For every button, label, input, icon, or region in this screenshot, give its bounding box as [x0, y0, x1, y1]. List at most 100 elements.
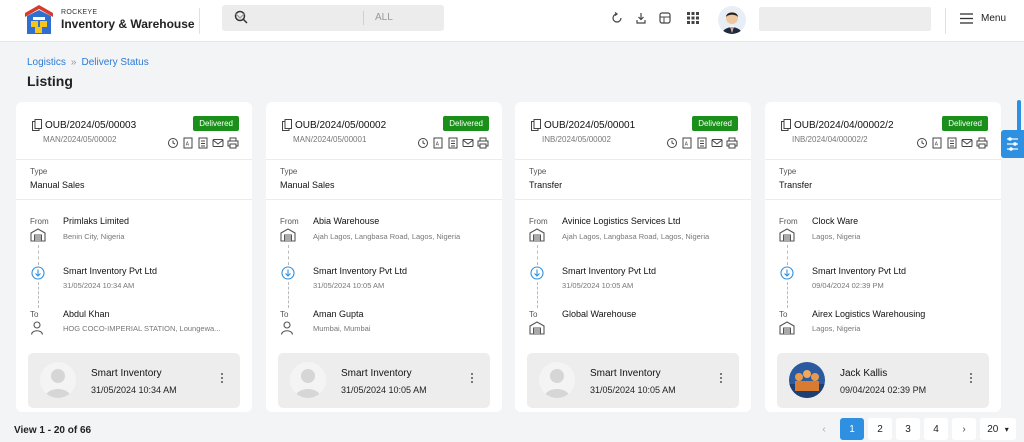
card-actions: A	[417, 136, 489, 149]
warehouse-icon	[779, 321, 795, 340]
copy-icon[interactable]	[781, 119, 791, 131]
download-icon[interactable]	[635, 12, 647, 24]
divider	[515, 159, 751, 160]
document-icon[interactable]	[197, 136, 209, 149]
delivery-card[interactable]: OUB/2024/05/00001 INB/2024/05/00002 Deli…	[515, 102, 751, 412]
footer-name: Smart Inventory	[91, 368, 162, 379]
doc-header: OUB/2024/05/00002	[282, 119, 386, 131]
history-icon[interactable]	[167, 136, 179, 148]
hamburger-menu-icon[interactable]	[960, 13, 973, 24]
search-separator	[363, 11, 364, 25]
apps-grid-icon[interactable]	[687, 12, 699, 24]
divider	[199, 8, 200, 34]
brand-name: Inventory & Warehouse	[61, 17, 195, 31]
page-2-button[interactable]: 2	[868, 418, 892, 440]
doc-header: OUB/2024/05/00003	[32, 119, 136, 131]
from-label: From	[30, 217, 49, 226]
mail-icon[interactable]	[462, 136, 474, 148]
route-line	[537, 282, 538, 308]
chevron-left-icon: ‹	[822, 423, 826, 435]
to-address: HOG COCO-IMPERIAL STATION, Loungewa...	[63, 324, 221, 333]
print-icon[interactable]	[227, 136, 239, 149]
card-footer: Smart Inventory 31/05/2024 10:05 AM	[278, 353, 490, 408]
page-size-select[interactable]: 20 ▾	[980, 418, 1016, 440]
mail-icon[interactable]	[212, 136, 224, 148]
delivery-card[interactable]: OUB/2024/05/00003 MAN/2024/05/00002 Deli…	[16, 102, 252, 412]
search-filter-select[interactable]: ALL	[375, 12, 393, 23]
document-icon[interactable]	[696, 136, 708, 149]
document-icon[interactable]	[946, 136, 958, 149]
page-title: Listing	[27, 73, 73, 89]
top-bar: ROCKEYE Inventory & Warehouse ALL Menu	[0, 0, 1024, 42]
via-name: Smart Inventory Pvt Ltd	[812, 266, 907, 276]
doc-header: OUB/2024/04/00002/2	[781, 119, 894, 131]
from-name: Avinice Logistics Services Ltd	[562, 216, 681, 226]
type-value: Manual Sales	[280, 180, 335, 190]
reference-id: INB/2024/05/00002	[542, 135, 611, 144]
route-line	[288, 282, 289, 308]
breadcrumb-delivery-status[interactable]: Delivery Status	[81, 57, 148, 68]
doc-id[interactable]: OUB/2024/05/00003	[45, 120, 136, 131]
pdf-icon[interactable]: A	[931, 136, 943, 149]
print-icon[interactable]	[726, 136, 738, 149]
user-avatar[interactable]	[718, 6, 746, 34]
page-3-button[interactable]: 3	[896, 418, 920, 440]
table-icon[interactable]	[659, 12, 671, 24]
more-options-icon[interactable]	[221, 373, 224, 385]
user-name-box[interactable]	[759, 7, 931, 31]
delivery-card[interactable]: OUB/2024/04/00002/2 INB/2024/04/00002/2 …	[765, 102, 1001, 412]
copy-icon[interactable]	[282, 119, 292, 131]
avatar	[789, 362, 825, 398]
history-icon[interactable]	[417, 136, 429, 148]
to-name: Aman Gupta	[313, 309, 364, 319]
doc-id[interactable]: OUB/2024/05/00001	[544, 120, 635, 131]
divider	[266, 199, 502, 200]
delivery-card[interactable]: OUB/2024/05/00002 MAN/2024/05/00001 Deli…	[266, 102, 502, 412]
pdf-icon[interactable]: A	[681, 136, 693, 149]
more-options-icon[interactable]	[720, 373, 723, 385]
doc-id[interactable]: OUB/2024/05/00002	[295, 120, 386, 131]
to-name: Global Warehouse	[562, 309, 637, 319]
mail-icon[interactable]	[711, 136, 723, 148]
history-icon[interactable]	[666, 136, 678, 148]
doc-id[interactable]: OUB/2024/04/00002/2	[794, 120, 894, 131]
history-icon[interactable]	[916, 136, 928, 148]
from-label: From	[779, 217, 798, 226]
divider	[16, 199, 252, 200]
card-actions: A	[167, 136, 239, 149]
document-icon[interactable]	[447, 136, 459, 149]
mail-icon[interactable]	[961, 136, 973, 148]
person-icon	[280, 321, 294, 340]
rockeye-logo[interactable]	[24, 4, 54, 36]
to-label: To	[30, 310, 39, 319]
from-address: Ajah Lagos, Langbasa Road, Lagos, Nigeri…	[313, 232, 461, 241]
pdf-icon[interactable]: A	[432, 136, 444, 149]
footer-name: Jack Kallis	[840, 368, 888, 379]
person-icon	[30, 321, 44, 340]
route-line	[787, 282, 788, 308]
next-page-button[interactable]: ›	[952, 418, 976, 440]
copy-icon[interactable]	[531, 119, 541, 131]
more-options-icon[interactable]	[471, 373, 474, 385]
page-4-button[interactable]: 4	[924, 418, 948, 440]
print-icon[interactable]	[477, 136, 489, 149]
type-label: Type	[30, 167, 48, 176]
warehouse-icon	[529, 321, 545, 340]
refresh-icon[interactable]	[611, 12, 623, 24]
page-1-button[interactable]: 1	[840, 418, 864, 440]
status-badge: Delivered	[942, 116, 988, 131]
prev-page-button[interactable]: ‹	[812, 418, 836, 440]
print-icon[interactable]	[976, 136, 988, 149]
menu-button[interactable]: Menu	[981, 13, 1006, 24]
copy-icon[interactable]	[32, 119, 42, 131]
filter-settings-button[interactable]	[1001, 130, 1024, 158]
footer-time: 09/04/2024 02:39 PM	[840, 385, 927, 395]
breadcrumb-logistics[interactable]: Logistics	[27, 57, 66, 68]
chevron-down-icon[interactable]	[234, 10, 246, 22]
pdf-icon[interactable]: A	[182, 136, 194, 149]
more-options-icon[interactable]	[970, 373, 973, 385]
divider	[765, 199, 1001, 200]
reference-id: MAN/2024/05/00001	[293, 135, 367, 144]
search-bar[interactable]: ALL	[222, 5, 444, 31]
footer-time: 31/05/2024 10:05 AM	[590, 385, 676, 395]
